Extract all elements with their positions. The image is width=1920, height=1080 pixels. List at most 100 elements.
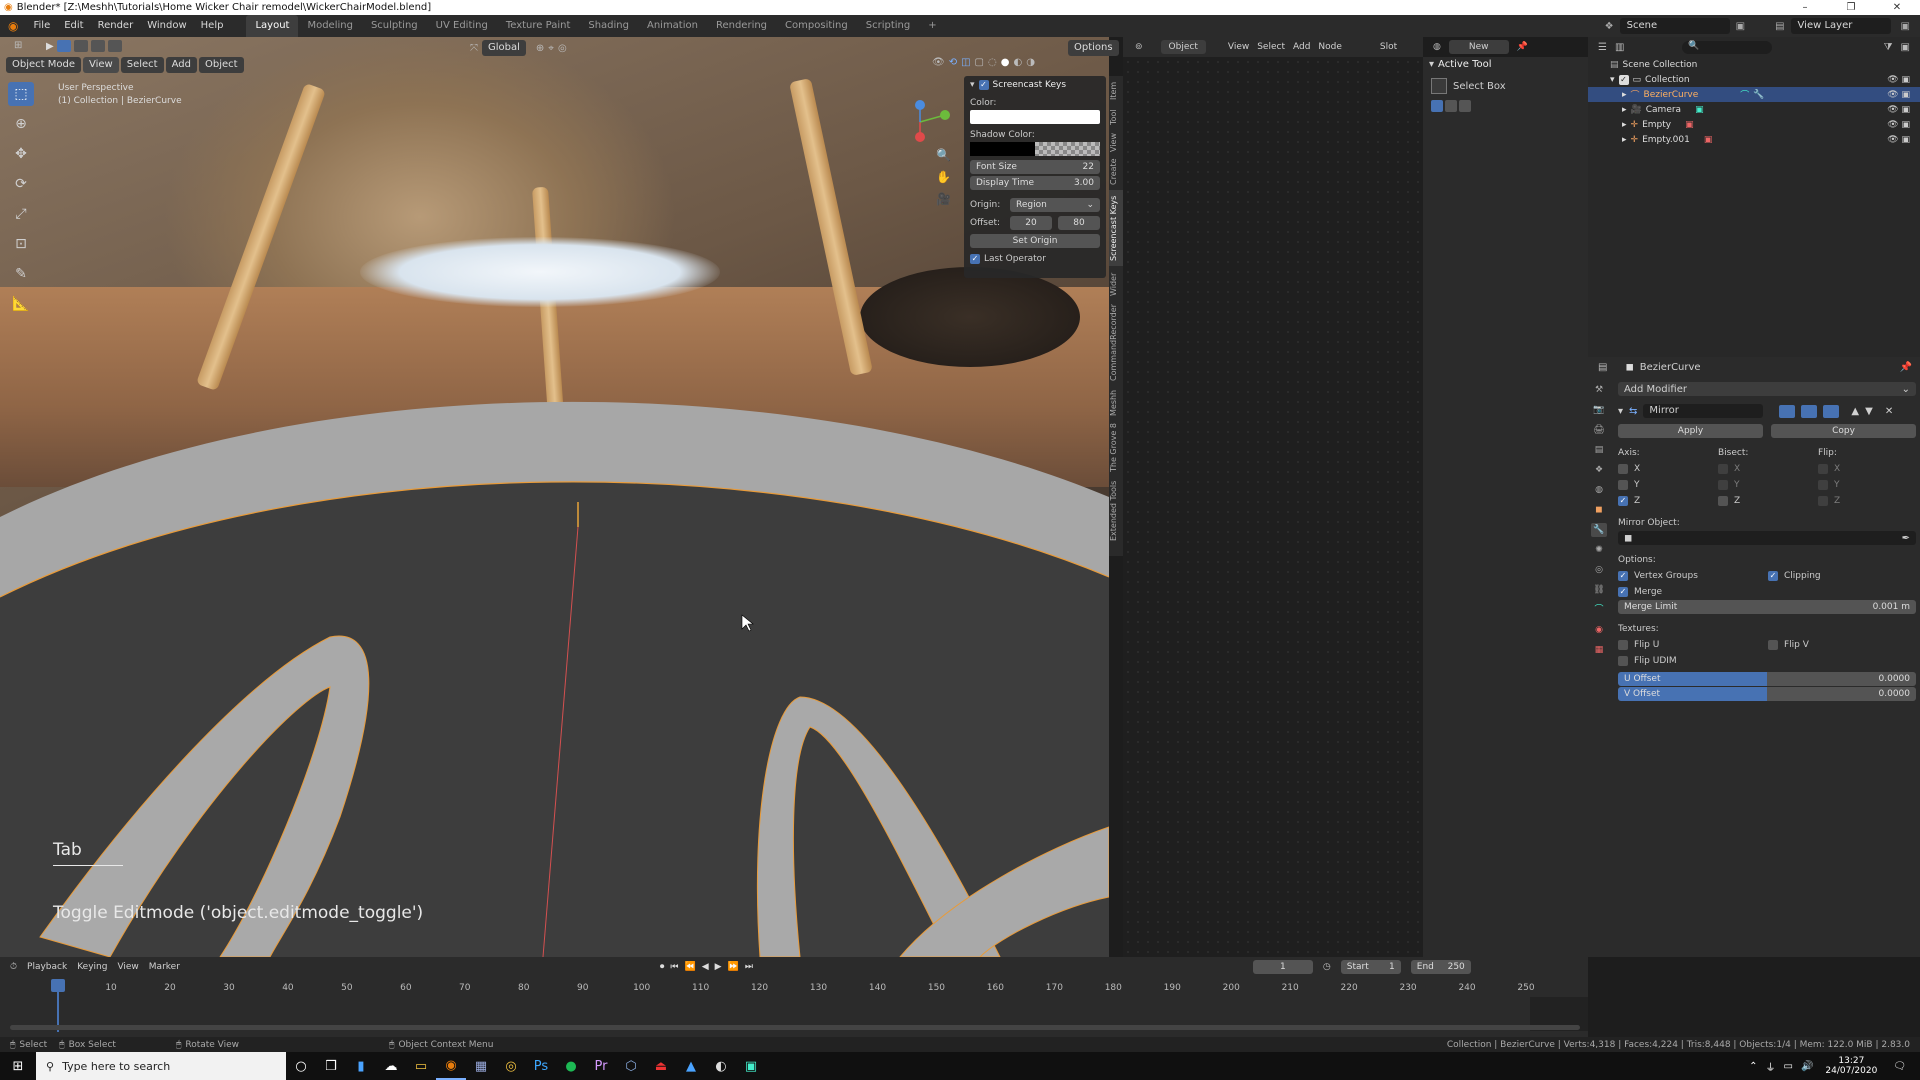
u-offset-field[interactable]: U Offset 0.0000 — [1618, 672, 1916, 686]
expand-chevron-icon[interactable]: ▾ — [1610, 75, 1615, 85]
pin-icon[interactable]: 📌 — [1900, 362, 1912, 373]
last-operator-checkbox[interactable]: ✓ — [970, 254, 980, 264]
world-tab-icon[interactable]: ◍ — [1591, 483, 1607, 497]
outliner-item-camera[interactable]: ▸ 🎥 Camera ▣ 👁 ▣ — [1588, 102, 1920, 117]
active-tool-collapse-icon[interactable]: ▾ — [1429, 59, 1434, 70]
mode-extend-icon[interactable] — [1445, 100, 1457, 112]
render-tab-icon[interactable]: 📷 — [1591, 403, 1607, 417]
object-mode-dropdown[interactable]: Object Mode — [6, 57, 81, 73]
visibility-eye-icon[interactable]: 👁 ▣ — [1887, 105, 1910, 115]
rotate-tool-icon[interactable]: ⟳ — [8, 172, 34, 196]
side-tab-wider[interactable]: Wider — [1109, 270, 1123, 298]
tab-rendering[interactable]: Rendering — [707, 15, 776, 37]
outliner-scene-collection[interactable]: ▤ Scene Collection — [1588, 57, 1920, 72]
shading-solid-icon[interactable]: ● — [1001, 57, 1010, 68]
maximize-button[interactable]: ❐ — [1828, 0, 1874, 15]
node-menu-node[interactable]: Node — [1318, 42, 1342, 52]
move-tool-icon[interactable]: ✥ — [8, 142, 34, 166]
outliner-item-collection[interactable]: ▾ ✓ ▭ Collection 👁 ▣ — [1588, 72, 1920, 87]
file-explorer-icon[interactable]: ▭ — [406, 1052, 436, 1080]
move-up-icon[interactable]: ▲ — [1851, 406, 1859, 417]
task-view-icon[interactable]: ❒ — [316, 1052, 346, 1080]
chrome-icon[interactable]: ◎ — [496, 1052, 526, 1080]
material-browse-icon[interactable]: ◍ — [1433, 42, 1441, 52]
menu-render[interactable]: Render — [91, 15, 141, 37]
windows-start-icon[interactable]: ⊞ — [0, 1052, 36, 1080]
flip-z-checkbox[interactable] — [1818, 496, 1828, 506]
expand-chevron-icon[interactable]: ▸ — [1622, 135, 1627, 145]
shading-rendered-icon[interactable]: ◑ — [1026, 57, 1035, 68]
data-tab-icon[interactable]: ⌒ — [1591, 603, 1607, 617]
minimize-button[interactable]: – — [1782, 0, 1828, 15]
shading-material-icon[interactable]: ◐ — [1013, 57, 1022, 68]
screencast-enable-checkbox[interactable]: ✓ — [978, 80, 989, 90]
taskbar-clock[interactable]: 13:27 24/07/2020 — [1825, 1056, 1877, 1076]
visibility-eye-icon[interactable]: 👁 ▣ — [1887, 75, 1910, 85]
tab-animation[interactable]: Animation — [638, 15, 707, 37]
axis-z-checkbox[interactable]: ✓ — [1618, 496, 1628, 506]
tab-texture-paint[interactable]: Texture Paint — [497, 15, 580, 37]
remove-modifier-icon[interactable]: ✕ — [1885, 406, 1893, 417]
visibility-eye-icon[interactable]: 👁 ▣ — [1887, 120, 1910, 130]
color-swatch[interactable] — [970, 110, 1100, 124]
pan-hand-icon[interactable]: ✋ — [936, 170, 951, 184]
slot-dropdown[interactable]: Slot — [1380, 42, 1397, 52]
modifier-collapse-icon[interactable]: ▾ — [1618, 406, 1623, 417]
visibility-icon[interactable]: 👁 — [932, 57, 945, 68]
mirror-object-field[interactable]: ◼ ✒ — [1618, 531, 1916, 545]
axis-y-checkbox[interactable] — [1618, 480, 1628, 490]
tab-modeling[interactable]: Modeling — [298, 15, 362, 37]
eyedropper-icon[interactable]: ✒ — [1902, 533, 1910, 544]
tray-usb-icon[interactable]: ⏚ — [1766, 1059, 1776, 1074]
mode-new-icon[interactable] — [1431, 100, 1443, 112]
flip-x-checkbox[interactable] — [1818, 464, 1828, 474]
tab-compositing[interactable]: Compositing — [776, 15, 857, 37]
cortana-icon[interactable]: ○ — [286, 1052, 316, 1080]
scene-selector[interactable]: Scene — [1619, 18, 1730, 34]
new-material-button[interactable]: New — [1448, 40, 1509, 54]
cursor-tool-icon[interactable]: ⊕ — [8, 112, 34, 136]
visibility-eye-icon[interactable]: 👁 ▣ — [1887, 135, 1910, 145]
screencast-app-icon[interactable]: ▣ — [736, 1052, 766, 1080]
side-tab-view[interactable]: View — [1109, 132, 1123, 154]
outliner-type-icon[interactable]: ☰ — [1598, 42, 1607, 53]
display-time-field[interactable]: Display Time 3.00 — [970, 176, 1100, 190]
offset-x-field[interactable]: 20 — [1010, 216, 1052, 230]
gizmo-toggle-icon[interactable]: ⟲ — [949, 57, 957, 68]
menu-help[interactable]: Help — [194, 15, 231, 37]
camera-view-icon[interactable]: 🎥 — [936, 192, 951, 206]
viewport-options-dropdown[interactable]: Options — [1068, 40, 1119, 56]
side-tab-tool[interactable]: Tool — [1109, 106, 1123, 128]
scale-tool-icon[interactable]: ⤢ — [8, 202, 34, 226]
side-tab-create[interactable]: Create — [1109, 158, 1123, 186]
tab-scripting[interactable]: Scripting — [857, 15, 919, 37]
proportional-edit-icon[interactable]: ◎ — [558, 43, 567, 54]
physics-tab-icon[interactable]: ◎ — [1591, 563, 1607, 577]
tab-sculpting[interactable]: Sculpting — [362, 15, 427, 37]
outliner-item-beziercurve[interactable]: ▸ ⌒ BezierCurve ⌒ 🔧 👁 ▣ — [1588, 87, 1920, 102]
scene-browse-icon[interactable]: ▣ — [1736, 21, 1745, 32]
zoom-icon[interactable]: 🔍 — [936, 148, 951, 162]
xray-icon[interactable]: ▢ — [975, 57, 984, 68]
pin-icon[interactable]: 📌 — [1517, 42, 1528, 52]
constraints-tab-icon[interactable]: ⛓ — [1591, 583, 1607, 597]
origin-dropdown[interactable]: Region ⌄ — [1010, 198, 1100, 212]
node-editor-type-icon[interactable]: ⊚ — [1135, 42, 1143, 52]
photoshop-icon[interactable]: Ps — [526, 1052, 556, 1080]
premiere-icon[interactable]: Pr — [586, 1052, 616, 1080]
viewport-menu-view[interactable]: View — [83, 57, 119, 73]
select-extend-icon[interactable] — [73, 40, 88, 52]
blender-taskbar-icon[interactable]: ◉ — [436, 1052, 466, 1080]
timeline-scrollbar[interactable] — [10, 1025, 1580, 1030]
apply-button[interactable]: Apply — [1618, 424, 1763, 438]
modifier-tab-icon[interactable]: 🔧 — [1591, 523, 1607, 537]
overlay-toggle-icon[interactable]: ◫ — [961, 57, 970, 68]
tab-shading[interactable]: Shading — [579, 15, 638, 37]
offset-y-field[interactable]: 80 — [1058, 216, 1100, 230]
photos-icon[interactable]: ▲ — [676, 1052, 706, 1080]
transform-tool-icon[interactable]: ⊡ — [8, 232, 34, 256]
outliner-display-mode-icon[interactable]: ▥ — [1615, 42, 1624, 53]
merge-limit-field[interactable]: Merge Limit 0.001 m — [1618, 600, 1916, 614]
pivot-icon[interactable]: ⊕ — [536, 43, 544, 54]
side-tab-item[interactable]: Item — [1109, 80, 1123, 102]
